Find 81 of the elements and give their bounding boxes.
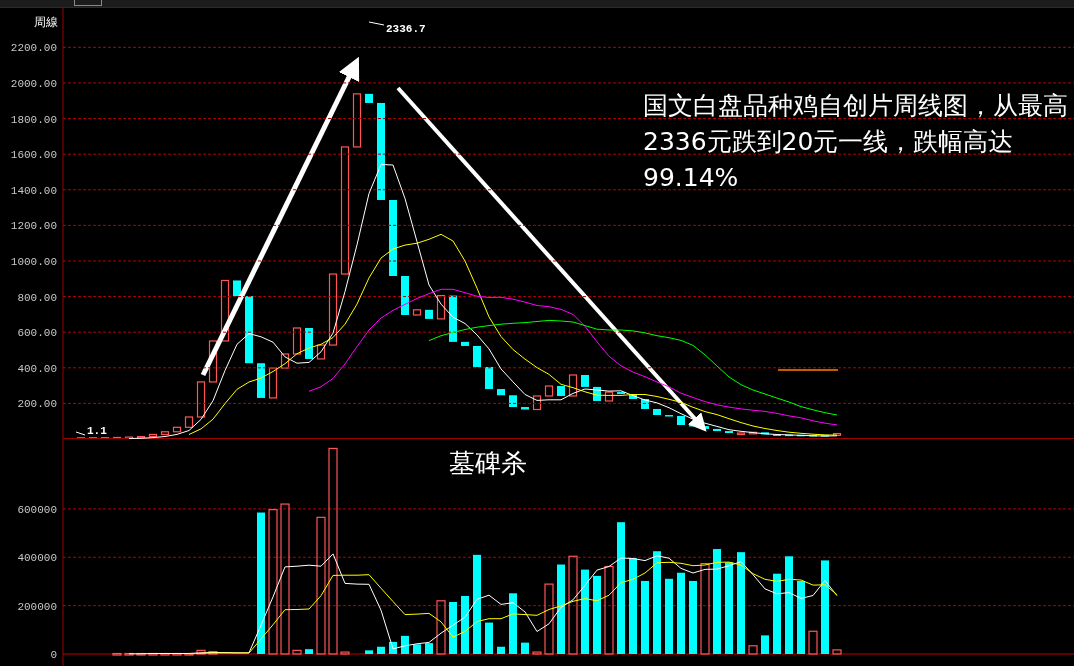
volume-bar [485,622,493,654]
volume-bar [389,641,397,654]
chart-caption: 墓碑杀 [449,447,527,479]
volume-bar [305,649,313,654]
volume-bar [509,593,517,654]
volume-bar [160,652,170,656]
volume-bar [521,642,529,654]
candlestick [245,296,253,364]
volume-bar [124,652,134,656]
candlestick [521,407,529,410]
volume-bar [497,646,505,654]
volume-bar [208,651,218,655]
volume-bar [401,635,409,654]
y-tick-label: 600000 [17,503,57,516]
volume-bar [461,595,469,654]
volume-bar [184,652,194,656]
volume-bar [748,645,758,655]
y-tick-label: 0 [50,649,57,661]
candlestick [401,276,409,315]
candlestick [449,295,457,342]
volume-bar [413,644,421,654]
volume-bar [761,635,769,654]
price-level-line [777,369,839,371]
volume-bar [365,650,373,654]
y-tick-label: 1200.00 [10,220,57,233]
candlestick [544,385,554,397]
candlestick [233,280,241,297]
candlestick [568,374,578,397]
candlestick [220,279,230,342]
volume-bar [148,652,158,656]
candlestick [581,375,589,387]
volume-bar [832,649,842,655]
y-tick-label: 1800.00 [10,113,57,126]
candlestick [532,395,542,411]
y-tick-label: 1400.00 [10,184,57,197]
candlestick [352,93,362,148]
volume-bar [112,652,122,656]
candlestick [557,386,565,396]
volume-bar [532,651,542,655]
candlestick [604,391,614,402]
y-tick-label: 2200.00 [10,42,57,55]
y-tick-label: 400000 [17,552,57,565]
volume-bar [340,651,350,655]
candlestick [593,386,601,401]
y-tick-label: 200.00 [17,398,57,411]
y-tick-label: 1600.00 [10,149,57,162]
candlestick [184,416,194,428]
candlestick [208,340,218,383]
volume-bar [292,649,302,655]
annotation-text: 国文白盘品种鸡自创片周线图，从最高2336元跌到20元一线，跌幅高达99.14% [643,90,1069,194]
candlestick [436,294,446,320]
y-tick-label: 800.00 [17,291,57,304]
axis-label: 周線 [34,16,58,30]
candlestick [497,389,505,396]
y-tick-label: 200000 [17,600,57,613]
candlestick [257,363,265,398]
y-tick-label: 1000.00 [10,255,57,268]
candlestick [292,327,302,355]
candlestick [280,353,290,369]
volume-bar [425,643,433,654]
candlestick [365,93,373,103]
candlestick [461,341,469,346]
y-tick-label: 2000.00 [10,77,57,90]
volume-bar [196,649,206,655]
candlestick [509,395,517,407]
volume-bar [436,600,446,655]
candlestick [316,344,326,360]
y-tick-label: 600.00 [17,327,57,340]
candlestick [305,328,313,359]
volume-bar [544,583,554,655]
candlestick [473,345,481,367]
volume-bar [136,652,146,656]
volume-bar [172,652,182,656]
candlestick [268,367,278,399]
toolbar-button[interactable] [74,0,102,6]
volume-bar [377,646,385,654]
volume-bar [449,602,457,654]
candlestick [485,366,493,390]
volume-bar [808,630,818,655]
y-tick-label: 400.00 [17,362,57,375]
candlestick [196,381,206,418]
